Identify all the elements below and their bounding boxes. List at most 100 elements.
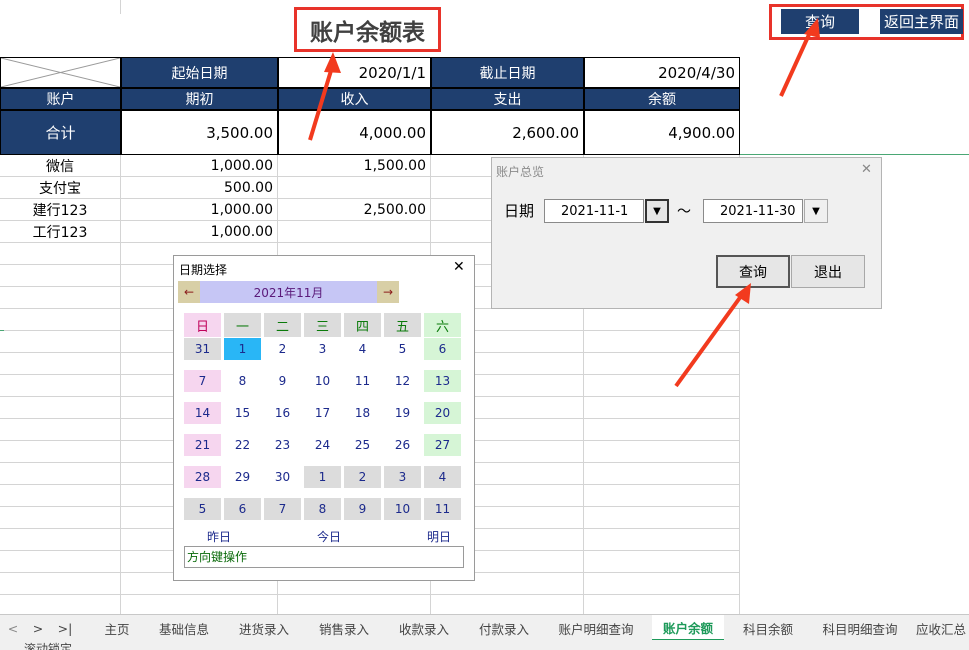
calendar-day[interactable]: 30 xyxy=(264,466,301,488)
row-income[interactable]: 2,500.00 xyxy=(277,199,430,221)
calendar-day[interactable]: 2 xyxy=(344,466,381,488)
status-bar: 滚动锁定 xyxy=(0,640,969,650)
calendar-day[interactable]: 10 xyxy=(304,370,341,392)
tab-scroll-next[interactable]: > xyxy=(29,615,47,641)
from-dropdown-icon[interactable]: ▼ xyxy=(645,199,669,223)
total-income[interactable]: 4,000.00 xyxy=(278,110,431,155)
row-opening[interactable]: 1,000.00 xyxy=(120,155,277,177)
calendar-day[interactable]: 11 xyxy=(344,370,381,392)
home-button[interactable]: 返回主界面 xyxy=(880,9,963,34)
calendar-day[interactable]: 5 xyxy=(384,338,421,360)
row-opening[interactable]: 1,000.00 xyxy=(120,199,277,221)
tab-receivable-summary[interactable]: 应收汇总 xyxy=(916,615,969,641)
dialog-exit-button[interactable]: 退出 xyxy=(791,255,865,288)
calendar-day[interactable]: 6 xyxy=(224,498,261,520)
calendar-day[interactable]: 19 xyxy=(384,402,421,424)
calendar-day[interactable]: 26 xyxy=(384,434,421,456)
calendar-day[interactable]: 3 xyxy=(384,466,421,488)
row-opening[interactable]: 500.00 xyxy=(120,177,277,199)
col-header-account: 账户 xyxy=(0,88,121,110)
tab-payment-entry[interactable]: 付款录入 xyxy=(468,615,540,641)
tab-receipt-entry[interactable]: 收款录入 xyxy=(388,615,460,641)
from-date-field[interactable]: 2021-11-1 xyxy=(544,199,644,223)
total-expense[interactable]: 2,600.00 xyxy=(431,110,584,155)
tomorrow-button[interactable]: 明日 xyxy=(427,528,451,545)
dialog-query-button[interactable]: 查询 xyxy=(716,255,790,288)
row-income[interactable] xyxy=(277,221,430,243)
prev-month-icon[interactable]: ← xyxy=(178,281,200,303)
next-month-icon[interactable]: → xyxy=(377,281,399,303)
calendar-day[interactable]: 9 xyxy=(264,370,301,392)
row-account[interactable]: 支付宝 xyxy=(0,177,120,199)
query-button[interactable]: 查询 xyxy=(781,9,859,34)
yesterday-button[interactable]: 昨日 xyxy=(207,528,231,545)
row-account[interactable]: 建行123 xyxy=(0,199,120,221)
row-income[interactable]: 1,500.00 xyxy=(277,155,430,177)
calendar-day[interactable]: 25 xyxy=(344,434,381,456)
calendar-day[interactable]: 1 xyxy=(224,338,261,360)
calendar-day[interactable]: 24 xyxy=(304,434,341,456)
start-date-value[interactable]: 2020/1/1 xyxy=(278,57,431,88)
total-opening[interactable]: 3,500.00 xyxy=(121,110,278,155)
calendar-day[interactable]: 14 xyxy=(184,402,221,424)
picker-close-icon[interactable]: ✕ xyxy=(453,259,465,275)
tab-sales-entry[interactable]: 销售录入 xyxy=(308,615,380,641)
tab-purchase-entry[interactable]: 进货录入 xyxy=(228,615,300,641)
row-account[interactable]: 微信 xyxy=(0,155,120,177)
col-header-balance: 余额 xyxy=(584,88,740,110)
tab-scroll-last[interactable]: >| xyxy=(54,615,76,641)
calendar-day[interactable]: 21 xyxy=(184,434,221,456)
tab-account-detail[interactable]: 账户明细查询 xyxy=(548,615,644,641)
calendar-day[interactable]: 28 xyxy=(184,466,221,488)
total-balance[interactable]: 4,900.00 xyxy=(584,110,740,155)
col-header-income: 收入 xyxy=(278,88,431,110)
close-icon[interactable]: ✕ xyxy=(861,162,872,177)
calendar-day[interactable]: 4 xyxy=(424,466,461,488)
picker-title: 日期选择 xyxy=(179,263,228,277)
tab-basic-info[interactable]: 基础信息 xyxy=(148,615,220,641)
calendar-day[interactable]: 9 xyxy=(344,498,381,520)
calendar-day[interactable]: 10 xyxy=(384,498,421,520)
calendar-day[interactable]: 3 xyxy=(304,338,341,360)
to-date-field[interactable]: 2021-11-30 xyxy=(703,199,803,223)
to-dropdown-icon[interactable]: ▼ xyxy=(804,199,828,223)
page-title: 账户余额表 xyxy=(294,7,441,52)
end-date-value[interactable]: 2020/4/30 xyxy=(584,57,740,88)
calendar-day[interactable]: 11 xyxy=(424,498,461,520)
row-account[interactable]: 工行123 xyxy=(0,221,120,243)
calendar-day[interactable]: 29 xyxy=(224,466,261,488)
calendar-day[interactable]: 1 xyxy=(304,466,341,488)
calendar-day[interactable]: 8 xyxy=(224,370,261,392)
calendar-day[interactable]: 18 xyxy=(344,402,381,424)
calendar-day[interactable]: 20 xyxy=(424,402,461,424)
calendar-day[interactable]: 2 xyxy=(264,338,301,360)
calendar-day[interactable]: 23 xyxy=(264,434,301,456)
calendar-day[interactable]: 5 xyxy=(184,498,221,520)
tab-scroll-prev[interactable]: < xyxy=(4,615,22,641)
calendar-day[interactable]: 7 xyxy=(184,370,221,392)
calendar-day[interactable]: 4 xyxy=(344,338,381,360)
row-income[interactable] xyxy=(277,177,430,199)
row-opening[interactable]: 1,000.00 xyxy=(120,221,277,243)
calendar-day[interactable]: 12 xyxy=(384,370,421,392)
calendar-day[interactable]: 7 xyxy=(264,498,301,520)
weekday-sun: 日 xyxy=(184,313,221,337)
status-text: 滚动锁定 xyxy=(24,642,73,650)
calendar-day[interactable]: 15 xyxy=(224,402,261,424)
tab-home[interactable]: 主页 xyxy=(93,615,141,641)
calendar-day[interactable]: 22 xyxy=(224,434,261,456)
dialog-title: 账户总览 xyxy=(496,165,545,179)
tab-account-balance[interactable]: 账户余额 xyxy=(652,615,724,641)
calendar-day[interactable]: 17 xyxy=(304,402,341,424)
tab-subject-balance[interactable]: 科目余额 xyxy=(732,615,804,641)
calendar-day[interactable]: 13 xyxy=(424,370,461,392)
keyboard-hint: 方向键操作 xyxy=(184,546,464,568)
weekday-sat: 六 xyxy=(424,313,461,337)
tab-subject-detail[interactable]: 科目明细查询 xyxy=(812,615,908,641)
calendar-day[interactable]: 6 xyxy=(424,338,461,360)
calendar-day[interactable]: 8 xyxy=(304,498,341,520)
calendar-day[interactable]: 27 xyxy=(424,434,461,456)
today-button[interactable]: 今日 xyxy=(317,528,341,545)
calendar-day[interactable]: 16 xyxy=(264,402,301,424)
calendar-day[interactable]: 31 xyxy=(184,338,221,360)
